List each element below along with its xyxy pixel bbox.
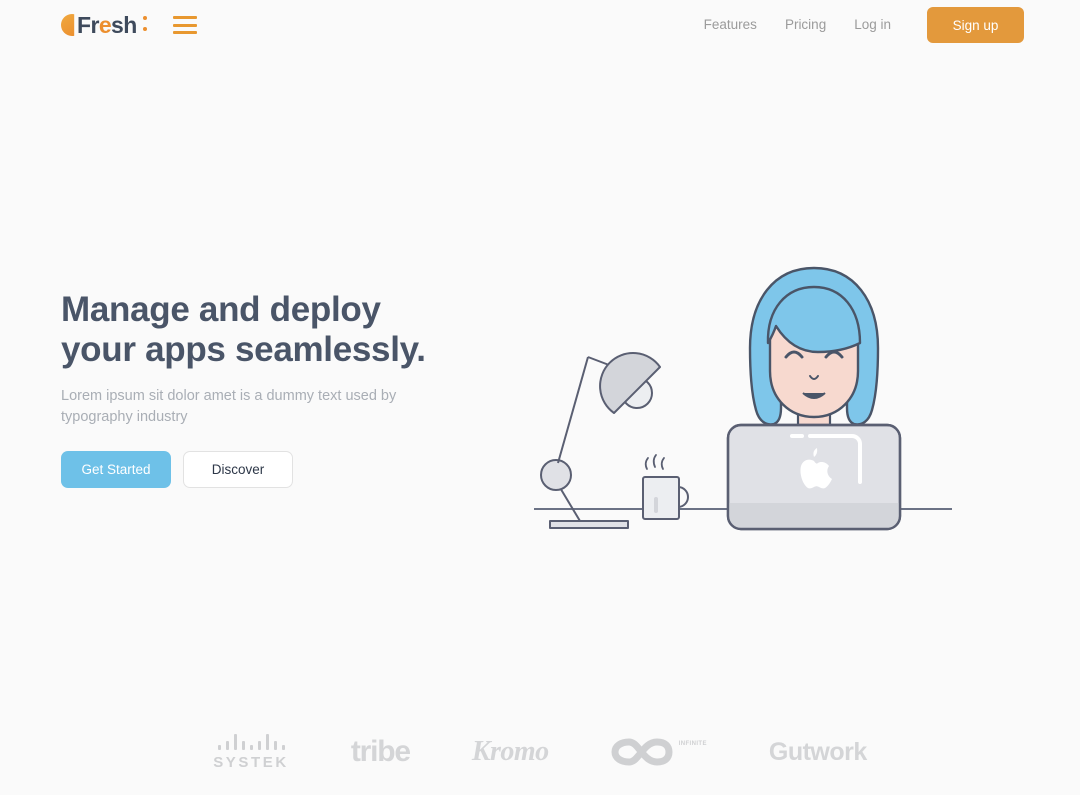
woman-at-laptop-illustration <box>520 245 960 545</box>
kromo-wordmark: Kromo <box>471 736 549 767</box>
client-logo-infinite: INFINITE <box>611 735 707 769</box>
tribe-wordmark: tribe <box>350 735 411 768</box>
colon-dots-icon <box>140 14 147 36</box>
hero-copy: Manage and deploy your apps seamlessly. … <box>61 290 491 489</box>
infinity-icon <box>611 738 673 766</box>
client-logo-gutwork: Gutwork <box>769 738 867 767</box>
hamburger-menu-icon[interactable] <box>172 16 197 34</box>
hero-section: Manage and deploy your apps seamlessly. … <box>0 50 1080 700</box>
logo-text-highlight: e <box>98 11 112 38</box>
client-logo-systek: SYSTEK <box>213 733 289 771</box>
systek-bars-icon <box>217 733 285 750</box>
logo-text-part-two: sh <box>111 11 137 38</box>
main-navigation: Features Pricing Log in Sign up <box>690 7 1024 43</box>
gutwork-wordmark: Gutwork <box>768 737 867 766</box>
signup-button[interactable]: Sign up <box>927 7 1024 43</box>
crescent-icon <box>61 14 76 36</box>
hero-cta-row: Get Started Discover <box>61 451 491 489</box>
nav-link-login[interactable]: Log in <box>840 18 905 32</box>
headline-line-2: your apps seamlessly. <box>61 329 426 369</box>
headline-line-1: Manage and deploy <box>61 290 381 329</box>
brand-zone: Fresh <box>61 11 197 38</box>
page-title: Manage and deploy your apps seamlessly. <box>61 290 491 369</box>
client-logo-kromo: Kromo <box>472 736 549 768</box>
client-logo-strip: SYSTEK tribe Kromo INFINITE Gutwork <box>0 712 1080 792</box>
nav-link-pricing[interactable]: Pricing <box>771 18 840 32</box>
client-logo-tribe: tribe <box>350 735 411 769</box>
laptop-icon <box>726 423 902 531</box>
infinite-wordmark: INFINITE <box>678 741 707 747</box>
get-started-button[interactable]: Get Started <box>61 451 171 489</box>
systek-wordmark: SYSTEK <box>213 754 289 771</box>
brand-logo[interactable]: Fresh <box>61 11 147 38</box>
site-header: Fresh Features Pricing Log in Sign up <box>0 0 1080 50</box>
logo-text-part-one: Fr <box>77 11 99 38</box>
hero-subhead: Lorem ipsum sit dolor amet is a dummy te… <box>61 388 397 425</box>
nav-link-features[interactable]: Features <box>690 18 771 32</box>
logo-wordmark: Fresh <box>77 11 137 38</box>
discover-button[interactable]: Discover <box>183 451 293 489</box>
